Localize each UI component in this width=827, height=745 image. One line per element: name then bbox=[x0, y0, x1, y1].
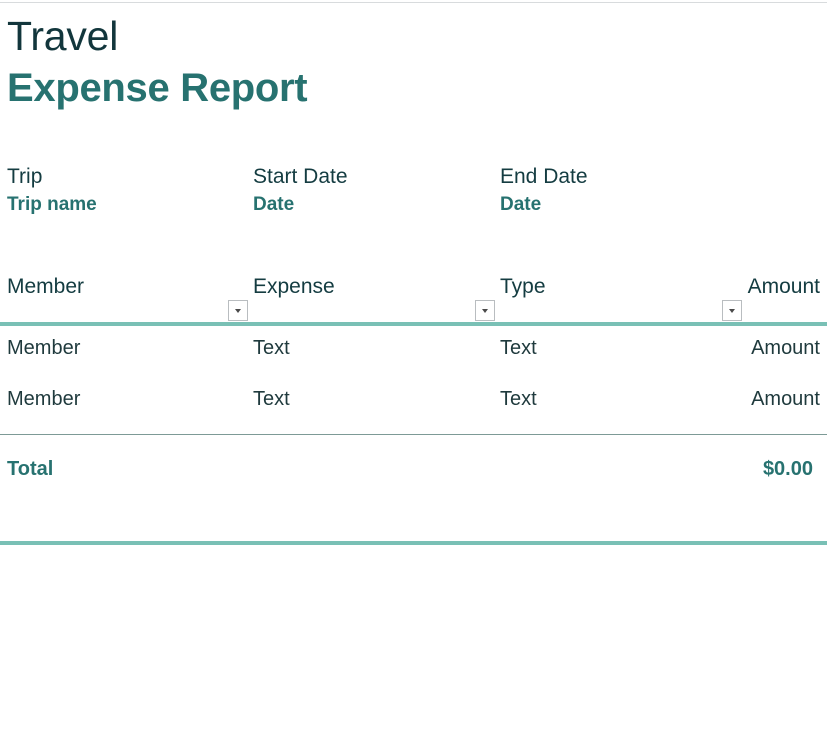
end-date-value[interactable]: Date bbox=[500, 192, 588, 218]
table-row[interactable]: Member Text Text Amount bbox=[0, 322, 827, 435]
cell-member[interactable]: Member bbox=[7, 385, 80, 413]
cell-expense[interactable]: Text bbox=[253, 334, 290, 362]
chevron-down-icon bbox=[235, 308, 241, 313]
end-date-label: End Date bbox=[500, 165, 588, 188]
table-bottom-divider bbox=[0, 541, 827, 545]
column-header-amount[interactable]: Amount bbox=[748, 273, 820, 301]
column-header-expense[interactable]: Expense bbox=[253, 273, 335, 301]
page-title-secondary: Expense Report bbox=[7, 66, 308, 110]
sheet-top-edge bbox=[0, 2, 827, 3]
cell-type[interactable]: Text bbox=[500, 334, 537, 362]
page-title-primary: Travel bbox=[7, 13, 119, 59]
table-row[interactable]: Member Text Text Amount bbox=[0, 373, 827, 545]
start-date-value[interactable]: Date bbox=[253, 192, 348, 218]
filter-dropdown-expense[interactable] bbox=[228, 300, 248, 321]
column-header-member[interactable]: Member bbox=[7, 273, 84, 301]
total-amount-value: $0.00 bbox=[762, 458, 813, 480]
column-header-type[interactable]: Type bbox=[500, 273, 546, 301]
start-date-label: Start Date bbox=[253, 165, 348, 188]
start-date-field: Start Date Date bbox=[253, 163, 348, 218]
cell-type[interactable]: Text bbox=[500, 385, 537, 413]
filter-dropdown-type[interactable] bbox=[475, 300, 495, 321]
trip-name-value[interactable]: Trip name bbox=[7, 192, 97, 218]
cell-amount[interactable]: Amount bbox=[751, 334, 820, 362]
end-date-field: End Date Date bbox=[500, 163, 588, 218]
total-row: Total $0.00 bbox=[0, 455, 827, 495]
cell-amount[interactable]: Amount bbox=[751, 385, 820, 413]
filter-dropdown-amount[interactable] bbox=[722, 300, 742, 321]
cell-member[interactable]: Member bbox=[7, 334, 80, 362]
cell-expense[interactable]: Text bbox=[253, 385, 290, 413]
report-title-block: Travel Expense Report bbox=[7, 12, 308, 114]
trip-info-section: Trip Trip name Start Date Date End Date … bbox=[0, 163, 827, 223]
total-label: Total bbox=[7, 458, 54, 480]
chevron-down-icon bbox=[729, 308, 735, 313]
table-header-row: Member Expense Type Amount bbox=[0, 270, 827, 326]
trip-name-field: Trip Trip name bbox=[7, 163, 97, 218]
expense-report-page: Travel Expense Report Trip Trip name Sta… bbox=[0, 0, 827, 745]
expense-table: Member Expense Type Amount Member Text T… bbox=[0, 270, 827, 545]
chevron-down-icon bbox=[482, 308, 488, 313]
row-divider bbox=[0, 434, 827, 435]
trip-name-label: Trip bbox=[7, 165, 43, 188]
